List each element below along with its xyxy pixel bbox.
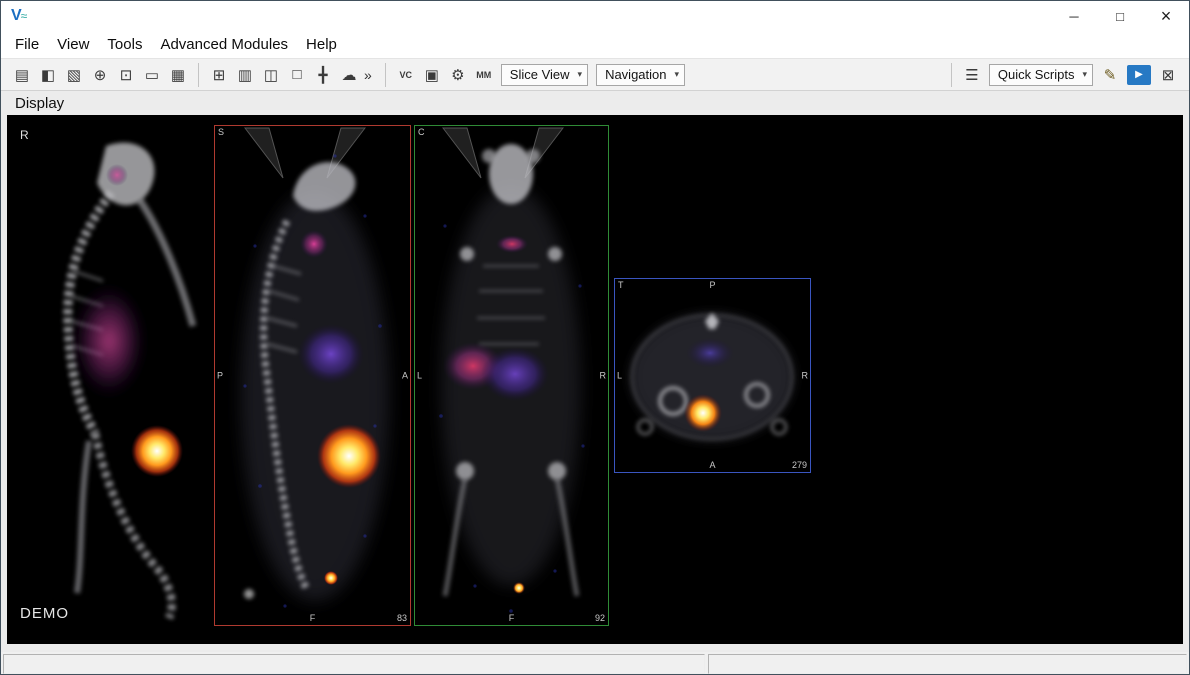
grid-2x2-layout-icon[interactable]: ⊞: [207, 63, 231, 87]
toolbar-overflow-icon[interactable]: »: [364, 67, 372, 83]
minimize-button[interactable]: ─: [1051, 1, 1097, 31]
title-bar: V ≈ ─ □ ×: [1, 1, 1189, 31]
display-panel-title: Display: [7, 91, 1183, 115]
close-button[interactable]: ×: [1143, 1, 1189, 31]
sagittal-top-label: S: [218, 128, 224, 137]
crosshair-tool-icon[interactable]: ╋: [311, 63, 335, 87]
axial-corner-label: T: [618, 281, 624, 290]
cloud-icon[interactable]: ☁: [337, 63, 361, 87]
script-list-icon[interactable]: ☰: [960, 63, 984, 87]
axial-top-label: P: [709, 281, 715, 290]
quick-scripts-select[interactable]: Quick Scripts ▾: [989, 64, 1093, 86]
screen-capture-icon[interactable]: ▣: [420, 63, 444, 87]
app-window: V ≈ ─ □ × File View Tools Advanced Modul…: [0, 0, 1190, 675]
coronal-top-label: C: [418, 128, 425, 137]
toolbar-separator: [198, 63, 199, 87]
mesh-icon[interactable]: ▧: [62, 63, 86, 87]
menu-view[interactable]: View: [48, 33, 98, 56]
status-panel-right: [708, 654, 1187, 674]
navigation-select[interactable]: Navigation ▾: [596, 64, 685, 86]
viewer-canvas: R DEMO: [7, 115, 1183, 644]
coronal-render: [415, 126, 608, 625]
sagittal-right-label: A: [402, 371, 408, 380]
slice-view-select-value: Slice View: [510, 67, 570, 82]
viewport-sagittal[interactable]: S P A F 83: [214, 125, 411, 626]
status-bar: [1, 652, 1189, 675]
display-panel: Display: [1, 91, 1189, 652]
viewport-axial[interactable]: T P L R A 279: [614, 278, 811, 473]
script-manager-icon[interactable]: ⊠: [1156, 63, 1180, 87]
viewport-coronal[interactable]: C L R F 92: [414, 125, 609, 626]
toolbar-separator: [385, 63, 386, 87]
measure-mm-icon[interactable]: MM: [472, 63, 496, 87]
coronal-left-label: L: [417, 371, 422, 380]
settings-gear-icon[interactable]: ⚙: [446, 63, 470, 87]
demo-watermark: DEMO: [20, 606, 69, 621]
axial-bottom-label: A: [709, 461, 715, 470]
annotation-icon[interactable]: ▭: [140, 63, 164, 87]
edit-script-icon[interactable]: ✎: [1098, 63, 1122, 87]
chevron-down-icon: ▾: [675, 69, 680, 80]
axial-slice-number: 279: [792, 461, 807, 470]
mip-orientation-label: R: [20, 129, 29, 141]
run-script-icon[interactable]: ▶: [1127, 65, 1151, 85]
single-view-layout-icon[interactable]: □: [285, 63, 309, 87]
menu-help[interactable]: Help: [297, 33, 346, 56]
vc-tool-icon[interactable]: VC: [394, 63, 418, 87]
menu-file[interactable]: File: [6, 33, 48, 56]
quick-scripts-select-value: Quick Scripts: [998, 67, 1075, 82]
axial-render: [615, 279, 810, 472]
export-icon[interactable]: ⊡: [114, 63, 138, 87]
mip-render: [11, 121, 211, 628]
maximize-button[interactable]: □: [1097, 1, 1143, 31]
data-browser-icon[interactable]: ▤: [10, 63, 34, 87]
coronal-slice-number: 92: [595, 614, 605, 623]
chevron-down-icon: ▾: [1082, 69, 1087, 80]
axial-right-label: R: [802, 371, 809, 380]
menu-tools[interactable]: Tools: [98, 33, 151, 56]
layers-icon[interactable]: ◧: [36, 63, 60, 87]
main-toolbar: ▤ ◧ ▧ ⊕ ⊡ ▭ ▦ ⊞ ▥ ◫ □ ╋ ☁ » VC ▣ ⚙ MM Sl…: [1, 58, 1189, 91]
coronal-bottom-label: F: [509, 614, 515, 623]
chevron-down-icon: ▾: [578, 69, 583, 80]
movie-icon[interactable]: ▦: [166, 63, 190, 87]
sagittal-bottom-label: F: [310, 614, 316, 623]
menu-bar: File View Tools Advanced Modules Help: [1, 31, 1189, 58]
logo-wave-icon: ≈: [21, 9, 28, 23]
sagittal-slice-number: 83: [397, 614, 407, 623]
sagittal-left-label: P: [217, 371, 223, 380]
sagittal-render: [215, 126, 410, 625]
column-layout-icon[interactable]: ▥: [233, 63, 257, 87]
coronal-right-label: R: [600, 371, 607, 380]
viewport-mip[interactable]: R DEMO: [11, 121, 211, 628]
registration-icon[interactable]: ⊕: [88, 63, 112, 87]
mixed-layout-icon[interactable]: ◫: [259, 63, 283, 87]
navigation-select-value: Navigation: [605, 67, 666, 82]
axial-left-label: L: [617, 371, 622, 380]
menu-advanced-modules[interactable]: Advanced Modules: [151, 33, 297, 56]
toolbar-separator: [951, 63, 952, 87]
slice-view-select[interactable]: Slice View ▾: [501, 64, 588, 86]
status-panel-left: [3, 654, 705, 674]
app-logo-icon: V ≈: [11, 7, 27, 25]
window-controls: ─ □ ×: [1051, 1, 1189, 31]
